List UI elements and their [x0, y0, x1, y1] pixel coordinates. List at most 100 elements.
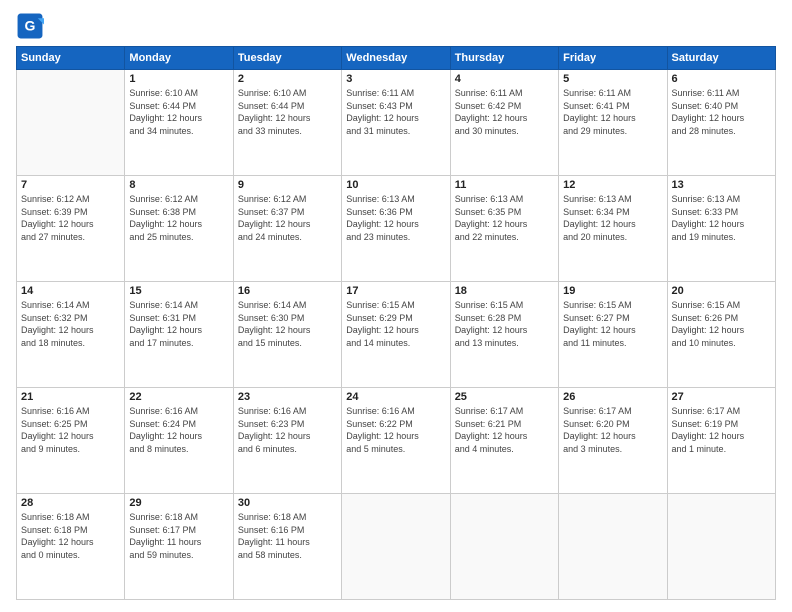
day-info: Sunrise: 6:15 AM Sunset: 6:28 PM Dayligh… — [455, 299, 554, 349]
day-info: Sunrise: 6:10 AM Sunset: 6:44 PM Dayligh… — [129, 87, 228, 137]
calendar-cell — [450, 494, 558, 600]
day-number: 10 — [346, 179, 445, 191]
day-number: 2 — [238, 73, 337, 85]
day-number: 9 — [238, 179, 337, 191]
day-info: Sunrise: 6:11 AM Sunset: 6:41 PM Dayligh… — [563, 87, 662, 137]
weekday-header-thursday: Thursday — [450, 47, 558, 70]
calendar-cell: 15Sunrise: 6:14 AM Sunset: 6:31 PM Dayli… — [125, 282, 233, 388]
calendar-cell: 26 Sunrise: 6:17 AM Sunset: 6:20 PM Dayli… — [559, 388, 667, 494]
calendar-cell: 17 Sunrise: 6:15 AM Sunset: 6:29 PM Dayli… — [342, 282, 450, 388]
day-info: Sunrise: 6:16 AM Sunset: 6:23 PM Dayligh… — [238, 405, 337, 455]
calendar-cell: 8 Sunrise: 6:12 AM Sunset: 6:38 PM Daylig… — [125, 176, 233, 282]
day-number: 13 — [672, 179, 771, 191]
day-number: 17 — [346, 285, 445, 297]
day-number: 3 — [346, 73, 445, 85]
day-info: Sunrise: 6:18 AM Sunset: 6:16 PM Dayligh… — [238, 511, 337, 561]
day-number: 8 — [129, 179, 228, 191]
day-number: 5 — [563, 73, 662, 85]
week-row-5: 28Sunrise: 6:18 AM Sunset: 6:18 PM Dayli… — [17, 494, 776, 600]
day-info: Sunrise: 6:10 AM Sunset: 6:44 PM Dayligh… — [238, 87, 337, 137]
day-info: Sunrise: 6:13 AM Sunset: 6:33 PM Dayligh… — [672, 193, 771, 243]
day-info: Sunrise: 6:13 AM Sunset: 6:35 PM Dayligh… — [455, 193, 554, 243]
logo-icon: G — [16, 12, 44, 40]
week-row-3: 14 Sunrise: 6:14 AM Sunset: 6:32 PM Dayli… — [17, 282, 776, 388]
calendar-cell — [667, 494, 775, 600]
day-info: Sunrise: 6:12 AM Sunset: 6:39 PM Dayligh… — [21, 193, 120, 243]
calendar-cell: 24Sunrise: 6:16 AM Sunset: 6:22 PM Dayli… — [342, 388, 450, 494]
calendar-cell: 6 Sunrise: 6:11 AM Sunset: 6:40 PM Daylig… — [667, 70, 775, 176]
day-number: 6 — [672, 73, 771, 85]
day-number: 4 — [455, 73, 554, 85]
day-info: Sunrise: 6:15 AM Sunset: 6:29 PM Dayligh… — [346, 299, 445, 349]
calendar-cell: 11 Sunrise: 6:13 AM Sunset: 6:35 PM Dayli… — [450, 176, 558, 282]
day-number: 25 — [455, 391, 554, 403]
day-number: 19 — [563, 285, 662, 297]
day-info: Sunrise: 6:11 AM Sunset: 6:40 PM Dayligh… — [672, 87, 771, 137]
calendar-cell: 30Sunrise: 6:18 AM Sunset: 6:16 PM Dayli… — [233, 494, 341, 600]
calendar-cell: 1 Sunrise: 6:10 AM Sunset: 6:44 PM Daylig… — [125, 70, 233, 176]
day-number: 27 — [672, 391, 771, 403]
day-number: 20 — [672, 285, 771, 297]
calendar-cell — [17, 70, 125, 176]
calendar-cell: 12 Sunrise: 6:13 AM Sunset: 6:34 PM Dayli… — [559, 176, 667, 282]
weekday-header-monday: Monday — [125, 47, 233, 70]
calendar-cell: 16Sunrise: 6:14 AM Sunset: 6:30 PM Dayli… — [233, 282, 341, 388]
weekday-header-saturday: Saturday — [667, 47, 775, 70]
day-number: 12 — [563, 179, 662, 191]
logo: G — [16, 12, 48, 40]
day-info: Sunrise: 6:13 AM Sunset: 6:34 PM Dayligh… — [563, 193, 662, 243]
day-number: 14 — [21, 285, 120, 297]
day-number: 16 — [238, 285, 337, 297]
calendar-cell: 3 Sunrise: 6:11 AM Sunset: 6:43 PM Daylig… — [342, 70, 450, 176]
weekday-header-wednesday: Wednesday — [342, 47, 450, 70]
calendar-cell: 29Sunrise: 6:18 AM Sunset: 6:17 PM Dayli… — [125, 494, 233, 600]
day-info: Sunrise: 6:17 AM Sunset: 6:21 PM Dayligh… — [455, 405, 554, 455]
calendar-table: SundayMondayTuesdayWednesdayThursdayFrid… — [16, 46, 776, 600]
day-info: Sunrise: 6:14 AM Sunset: 6:31 PM Dayligh… — [129, 299, 228, 349]
calendar-cell: 25 Sunrise: 6:17 AM Sunset: 6:21 PM Dayli… — [450, 388, 558, 494]
day-info: Sunrise: 6:14 AM Sunset: 6:32 PM Dayligh… — [21, 299, 120, 349]
day-info: Sunrise: 6:11 AM Sunset: 6:43 PM Dayligh… — [346, 87, 445, 137]
day-info: Sunrise: 6:16 AM Sunset: 6:25 PM Dayligh… — [21, 405, 120, 455]
day-info: Sunrise: 6:12 AM Sunset: 6:37 PM Dayligh… — [238, 193, 337, 243]
day-number: 23 — [238, 391, 337, 403]
weekday-header-row: SundayMondayTuesdayWednesdayThursdayFrid… — [17, 47, 776, 70]
week-row-1: 1 Sunrise: 6:10 AM Sunset: 6:44 PM Daylig… — [17, 70, 776, 176]
day-number: 1 — [129, 73, 228, 85]
calendar-cell: 7 Sunrise: 6:12 AM Sunset: 6:39 PM Daylig… — [17, 176, 125, 282]
calendar-cell: 14 Sunrise: 6:14 AM Sunset: 6:32 PM Dayli… — [17, 282, 125, 388]
week-row-4: 21 Sunrise: 6:16 AM Sunset: 6:25 PM Dayli… — [17, 388, 776, 494]
day-info: Sunrise: 6:13 AM Sunset: 6:36 PM Dayligh… — [346, 193, 445, 243]
day-number: 18 — [455, 285, 554, 297]
day-info: Sunrise: 6:18 AM Sunset: 6:17 PM Dayligh… — [129, 511, 228, 561]
day-number: 7 — [21, 179, 120, 191]
day-number: 11 — [455, 179, 554, 191]
day-number: 24 — [346, 391, 445, 403]
calendar-cell: 13 Sunrise: 6:13 AM Sunset: 6:33 PM Dayli… — [667, 176, 775, 282]
calendar-cell: 23 Sunrise: 6:16 AM Sunset: 6:23 PM Dayli… — [233, 388, 341, 494]
weekday-header-sunday: Sunday — [17, 47, 125, 70]
day-info: Sunrise: 6:11 AM Sunset: 6:42 PM Dayligh… — [455, 87, 554, 137]
calendar-cell: 20 Sunrise: 6:15 AM Sunset: 6:26 PM Dayli… — [667, 282, 775, 388]
calendar-cell: 9 Sunrise: 6:12 AM Sunset: 6:37 PM Daylig… — [233, 176, 341, 282]
calendar-cell: 21 Sunrise: 6:16 AM Sunset: 6:25 PM Dayli… — [17, 388, 125, 494]
calendar-cell: 10 Sunrise: 6:13 AM Sunset: 6:36 PM Dayli… — [342, 176, 450, 282]
day-info: Sunrise: 6:15 AM Sunset: 6:26 PM Dayligh… — [672, 299, 771, 349]
day-number: 21 — [21, 391, 120, 403]
day-info: Sunrise: 6:16 AM Sunset: 6:24 PM Dayligh… — [129, 405, 228, 455]
calendar-cell: 27Sunrise: 6:17 AM Sunset: 6:19 PM Dayli… — [667, 388, 775, 494]
calendar-cell — [342, 494, 450, 600]
day-number: 28 — [21, 497, 120, 509]
calendar-cell: 28Sunrise: 6:18 AM Sunset: 6:18 PM Dayli… — [17, 494, 125, 600]
day-info: Sunrise: 6:17 AM Sunset: 6:20 PM Dayligh… — [563, 405, 662, 455]
day-number: 26 — [563, 391, 662, 403]
svg-text:G: G — [25, 18, 36, 34]
weekday-header-friday: Friday — [559, 47, 667, 70]
calendar-cell: 4 Sunrise: 6:11 AM Sunset: 6:42 PM Daylig… — [450, 70, 558, 176]
day-number: 22 — [129, 391, 228, 403]
day-info: Sunrise: 6:12 AM Sunset: 6:38 PM Dayligh… — [129, 193, 228, 243]
header: G — [16, 12, 776, 40]
weekday-header-tuesday: Tuesday — [233, 47, 341, 70]
calendar-cell: 18 Sunrise: 6:15 AM Sunset: 6:28 PM Dayli… — [450, 282, 558, 388]
calendar-cell: 5 Sunrise: 6:11 AM Sunset: 6:41 PM Daylig… — [559, 70, 667, 176]
